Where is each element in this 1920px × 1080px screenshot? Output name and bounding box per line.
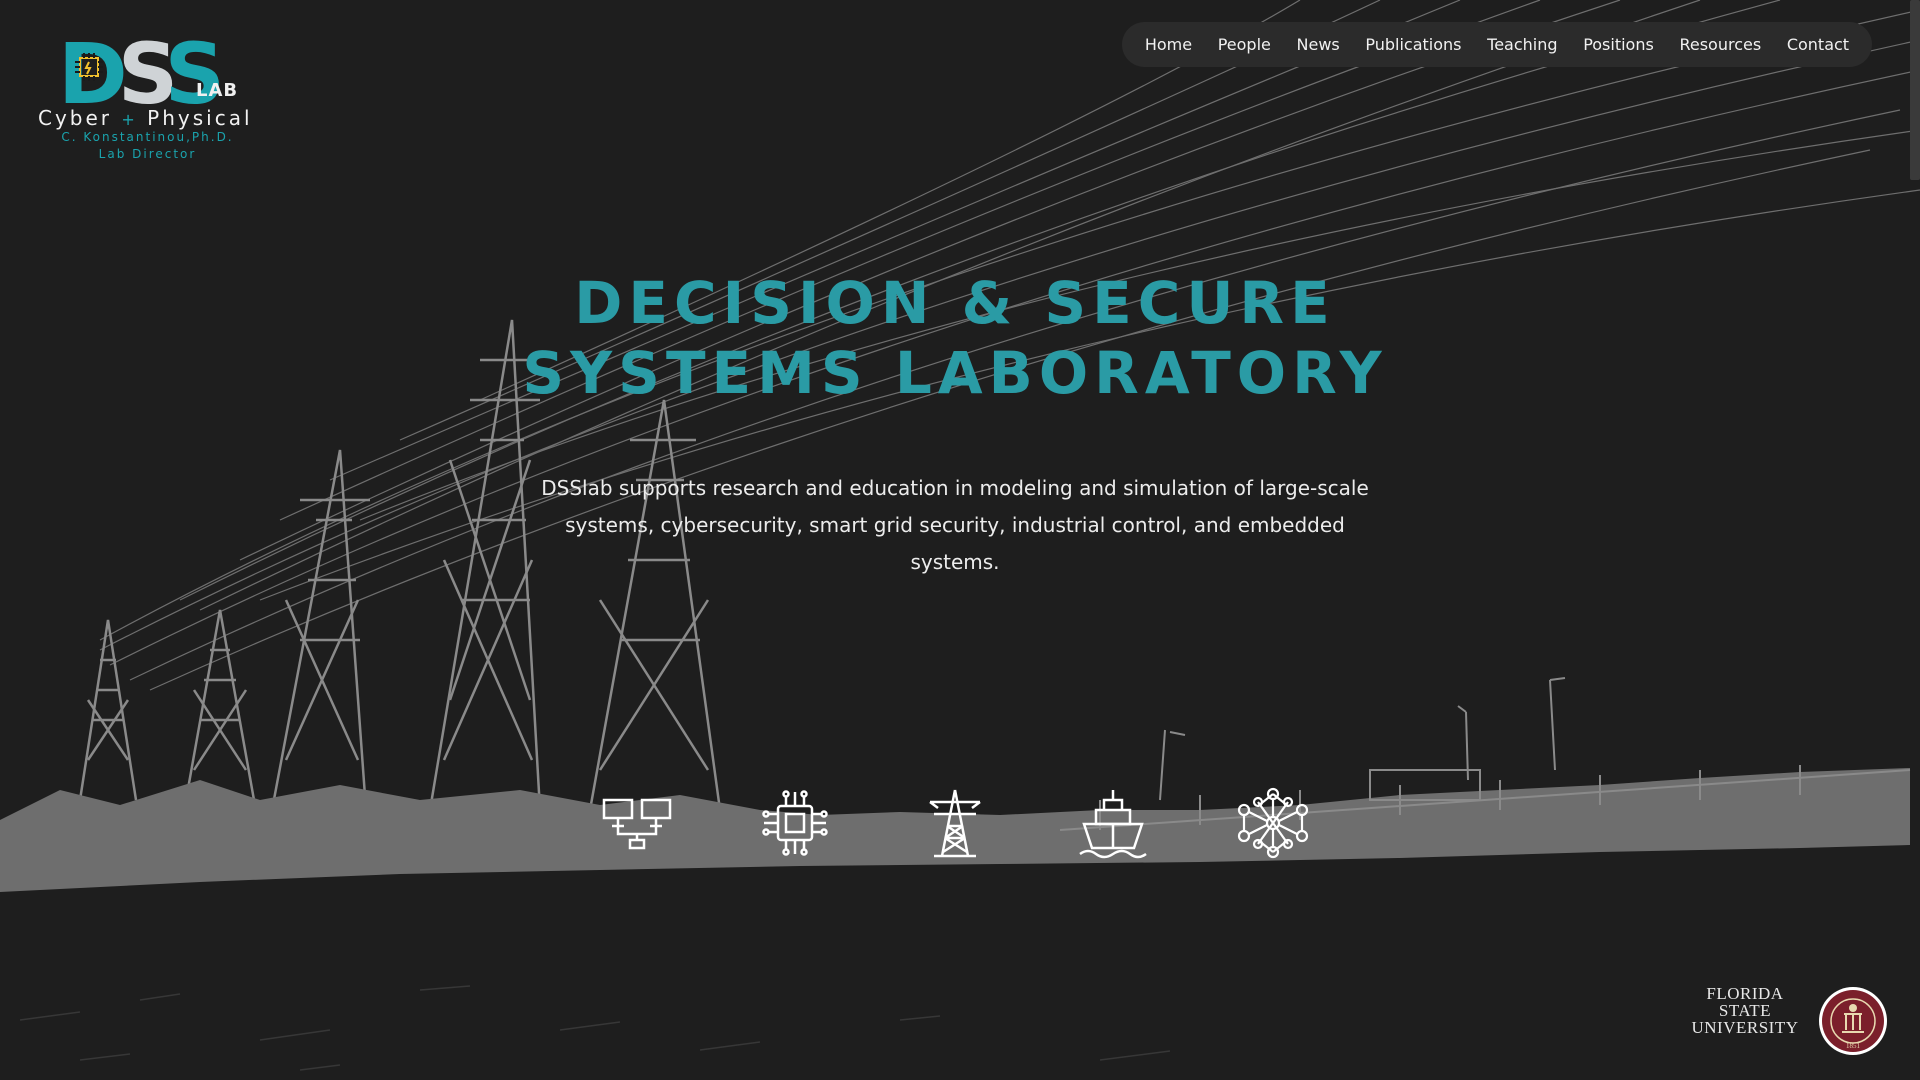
fsu-line2: UNIVERSITY <box>1691 1018 1799 1037</box>
research-icons <box>600 786 1310 860</box>
chip-icon <box>75 53 103 81</box>
director-title: Lab Director <box>98 147 197 161</box>
nav-teaching[interactable]: Teaching <box>1487 35 1557 54</box>
seal-year: 1851 <box>1846 1042 1861 1050</box>
lab-logo[interactable]: DSS LAB Cyber + Physical C. Konstantinou… <box>30 28 270 168</box>
fsu-seal-icon[interactable]: 1851 <box>1818 986 1888 1056</box>
hero-title-line1: DECISION & SECURE <box>574 269 1336 337</box>
nav-people[interactable]: People <box>1218 35 1271 54</box>
fsu-line1: FLORIDA STATE <box>1706 984 1784 1020</box>
nav-publications[interactable]: Publications <box>1365 35 1461 54</box>
nav-news[interactable]: News <box>1297 35 1340 54</box>
hero-title-line2: SYSTEMS LABORATORY <box>522 339 1388 407</box>
logo-tagline: Cyber + Physical <box>38 106 253 130</box>
network-icon[interactable] <box>600 786 674 860</box>
nav-resources[interactable]: Resources <box>1679 35 1761 54</box>
fsu-wordmark[interactable]: FLORIDA STATE UNIVERSITY <box>1680 985 1810 1036</box>
nav-home[interactable]: Home <box>1145 35 1192 54</box>
ship-icon[interactable] <box>1076 786 1150 860</box>
mesh-network-icon[interactable] <box>1236 786 1310 860</box>
hero-title: DECISION & SECURE SYSTEMS LABORATORY <box>0 268 1910 408</box>
hero-description: DSSlab supports research and education i… <box>541 476 1369 574</box>
power-tower-icon[interactable] <box>918 786 992 860</box>
scrollbar[interactable] <box>1910 0 1920 180</box>
director-name: C. Konstantinou,Ph.D. <box>61 130 234 144</box>
cpu-chip-icon[interactable] <box>758 786 832 860</box>
nav-positions[interactable]: Positions <box>1583 35 1654 54</box>
nav-contact[interactable]: Contact <box>1787 35 1849 54</box>
main-nav: Home People News Publications Teaching P… <box>1122 22 1872 67</box>
logo-lab-text: LAB <box>196 80 239 101</box>
